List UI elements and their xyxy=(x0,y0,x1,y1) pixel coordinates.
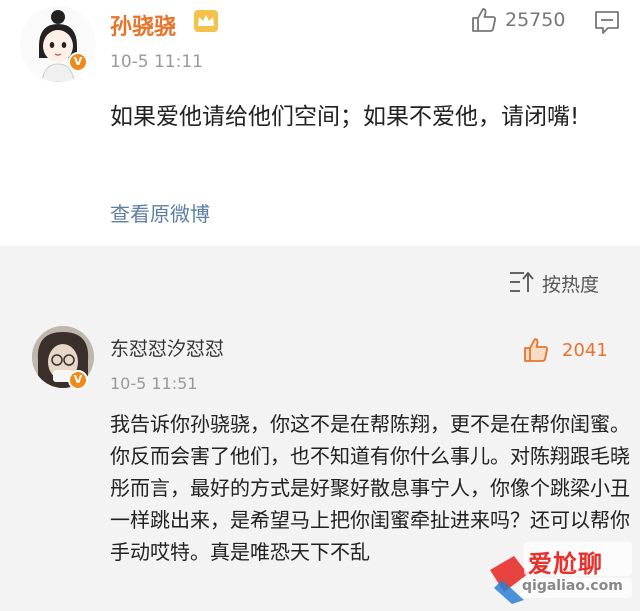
sort-label: 按热度 xyxy=(542,274,600,296)
sort-icon xyxy=(510,271,534,292)
thumbs-up-icon[interactable] xyxy=(522,336,550,364)
watermark-url: qigaliao.com xyxy=(522,578,623,594)
cartoon-avatar-icon xyxy=(20,6,96,82)
verified-icon: V xyxy=(68,52,88,72)
comment-like-count: 2041 xyxy=(562,340,608,361)
post-timestamp: 10-5 11:11 xyxy=(110,52,203,72)
post-author-name[interactable]: 孙骁骁 xyxy=(110,9,176,41)
thumbs-up-icon[interactable] xyxy=(470,6,498,34)
post-like-count: 25750 xyxy=(505,9,566,31)
view-original-post-link[interactable]: 查看原微博 xyxy=(110,198,210,227)
comment-author-name[interactable]: 东怼怼汐怼怼 xyxy=(110,334,224,361)
comment-icon[interactable] xyxy=(594,9,620,35)
original-post: V 孙骁骁 10-5 11:11 25750 如果爱他请给他们空间；如果不爱他，… xyxy=(0,0,640,246)
comment-timestamp: 10-5 11:51 xyxy=(110,374,198,393)
verified-icon: V xyxy=(68,370,88,390)
post-content: 如果爱他请给他们空间；如果不爱他，请闭嘴! xyxy=(110,104,580,130)
author-avatar[interactable] xyxy=(20,6,96,82)
crown-icon xyxy=(194,10,218,32)
watermark-text: 爱尬聊 xyxy=(528,550,603,578)
